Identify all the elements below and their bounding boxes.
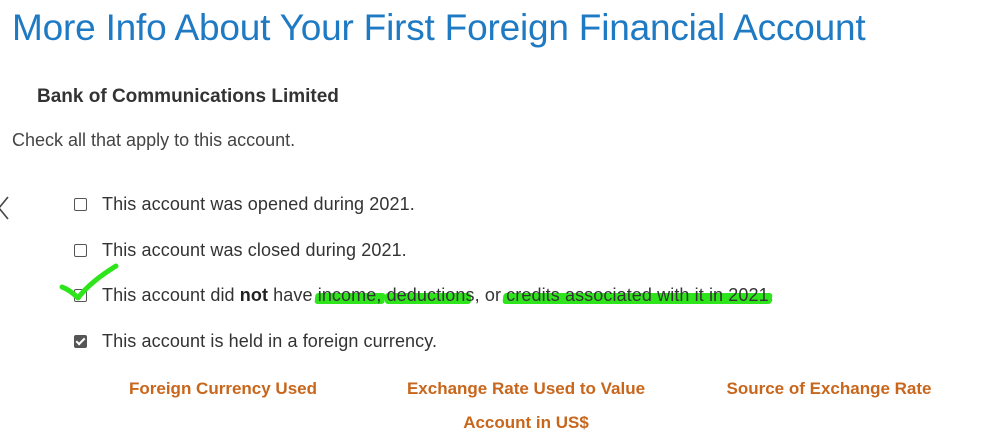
option-closed[interactable]: This account was closed during 2021. [74,228,774,274]
chevron-left-icon[interactable] [0,193,16,223]
checkbox-list: This account was opened during 2021. Thi… [74,182,774,364]
highlighted-text: credits associated with it in 2021 [506,285,769,306]
option-no-income[interactable]: This account did not have income, deduct… [74,273,774,319]
highlighted-text: deductions [386,285,475,306]
option-opened[interactable]: This account was opened during 2021. [74,182,774,228]
bank-name: Bank of Communications Limited [37,86,339,107]
option-foreign-currency[interactable]: This account is held in a foreign curren… [74,319,774,365]
exchange-rate-header-line1: Exchange Rate Used to Value [406,379,646,398]
closed-checkbox[interactable] [74,243,87,257]
exchange-rate-header-line2: Account in US$ [463,413,589,432]
no-income-label-part: have [268,285,318,306]
foreign-currency-used-header: Foreign Currency Used [129,379,317,398]
foreign-currency-checkbox[interactable] [74,334,87,348]
page: More Info About Your First Foreign Finan… [0,0,999,445]
exchange-rate-header: Exchange Rate Used to Value Account in US… [384,372,668,440]
foreign-currency-label[interactable]: This account is held in a foreign curren… [102,331,437,352]
no-income-label[interactable]: This account did not have income, deduct… [102,285,774,306]
exchange-rate-source-header: Source of Exchange Rate [726,379,932,398]
green-checkmark-annotation-icon [59,263,119,301]
instruction-text: Check all that apply to this account. [12,130,296,150]
closed-label[interactable]: This account was closed during 2021. [102,240,407,261]
page-title: More Info About Your First Foreign Finan… [12,7,866,48]
opened-checkbox[interactable] [74,198,87,212]
no-income-label-emphasis: not [239,285,269,306]
no-income-label-part: , or [474,285,507,306]
opened-label[interactable]: This account was opened during 2021. [102,194,415,215]
highlighted-text: income, [317,285,382,306]
